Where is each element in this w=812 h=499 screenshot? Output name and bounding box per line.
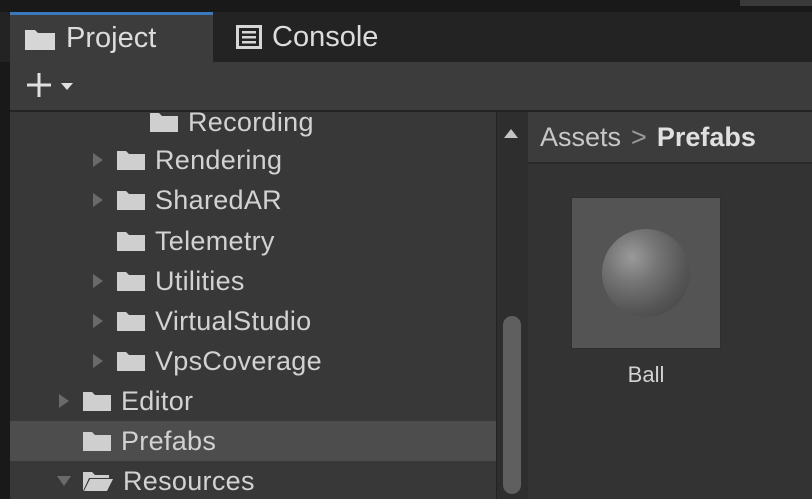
tree-item-recording[interactable]: Recording	[10, 112, 496, 142]
tree-item-sharedar[interactable]: SharedAR	[10, 180, 496, 220]
tree-item-virtualstudio[interactable]: VirtualStudio	[10, 301, 496, 341]
plus-icon	[24, 70, 54, 105]
tree-item-editor[interactable]: Editor	[10, 381, 496, 421]
tree-item-label: VpsCoverage	[155, 345, 322, 376]
tab-console-label: Console	[272, 20, 379, 53]
expand-arrow-right-icon[interactable]	[90, 311, 106, 331]
expand-arrow-right-icon[interactable]	[90, 271, 106, 291]
folder-icon	[149, 112, 179, 133]
scrollbar-thumb[interactable]	[503, 316, 521, 494]
folder-tree[interactable]: Recording Rendering SharedAR Telemetry Utili…	[10, 112, 496, 499]
tree-item-label: Editor	[121, 385, 194, 416]
asset-label-ball[interactable]: Ball	[571, 362, 721, 388]
asset-browser: Assets > Prefabs Ball	[528, 112, 812, 499]
tree-item-label: Prefabs	[121, 425, 217, 456]
folder-icon	[116, 310, 146, 332]
folder-tree-scrollbar[interactable]	[496, 112, 528, 499]
tree-item-rendering[interactable]: Rendering	[10, 140, 496, 180]
expand-arrow-right-icon[interactable]	[56, 391, 72, 411]
asset-thumbnail-ball[interactable]	[571, 197, 721, 349]
add-asset-dropdown-button[interactable]	[24, 70, 94, 104]
tab-project-label: Project	[66, 22, 157, 54]
folder-icon	[116, 230, 146, 252]
tab-bar: Project Console	[0, 12, 812, 62]
expand-arrow-right-icon[interactable]	[90, 150, 106, 170]
expand-arrow-down-icon[interactable]	[56, 471, 72, 491]
tree-item-vpscoverage[interactable]: VpsCoverage	[10, 341, 496, 381]
tree-item-label: Utilities	[155, 265, 245, 296]
tree-item-utilities[interactable]: Utilities	[10, 261, 496, 301]
top-highlight	[740, 0, 812, 6]
tree-item-label: VirtualStudio	[155, 305, 312, 336]
sphere-prefab-icon	[602, 229, 690, 317]
expand-arrow-right-icon[interactable]	[90, 351, 106, 371]
tree-item-label: Rendering	[155, 144, 283, 175]
folder-icon	[116, 149, 146, 171]
caret-down-icon	[60, 78, 74, 96]
folder-icon	[116, 350, 146, 372]
folder-icon	[82, 430, 112, 452]
folder-icon	[24, 27, 56, 51]
expand-arrow-right-icon[interactable]	[90, 190, 106, 210]
breadcrumb: Assets > Prefabs	[528, 112, 812, 164]
folder-icon	[82, 390, 112, 412]
tree-item-label: SharedAR	[155, 184, 282, 215]
window-top-strip	[0, 0, 812, 12]
open-folder-icon	[82, 470, 114, 492]
tree-item-resources[interactable]: Resources	[10, 461, 496, 499]
console-icon	[236, 25, 262, 49]
folder-icon	[116, 189, 146, 211]
tree-item-telemetry[interactable]: Telemetry	[10, 221, 496, 261]
tree-item-label: Telemetry	[155, 225, 275, 256]
folder-icon	[116, 270, 146, 292]
tree-item-prefabs[interactable]: Prefabs	[10, 421, 496, 461]
breadcrumb-assets[interactable]: Assets	[540, 122, 621, 153]
tree-item-label: Recording	[188, 112, 314, 137]
breadcrumb-separator: >	[631, 121, 647, 152]
tab-console[interactable]: Console	[236, 12, 378, 62]
project-toolbar	[10, 62, 812, 112]
breadcrumb-current[interactable]: Prefabs	[657, 122, 756, 153]
tree-item-label: Resources	[123, 465, 255, 496]
scroll-up-arrow-icon[interactable]	[504, 129, 518, 138]
tab-project[interactable]: Project	[10, 12, 213, 62]
